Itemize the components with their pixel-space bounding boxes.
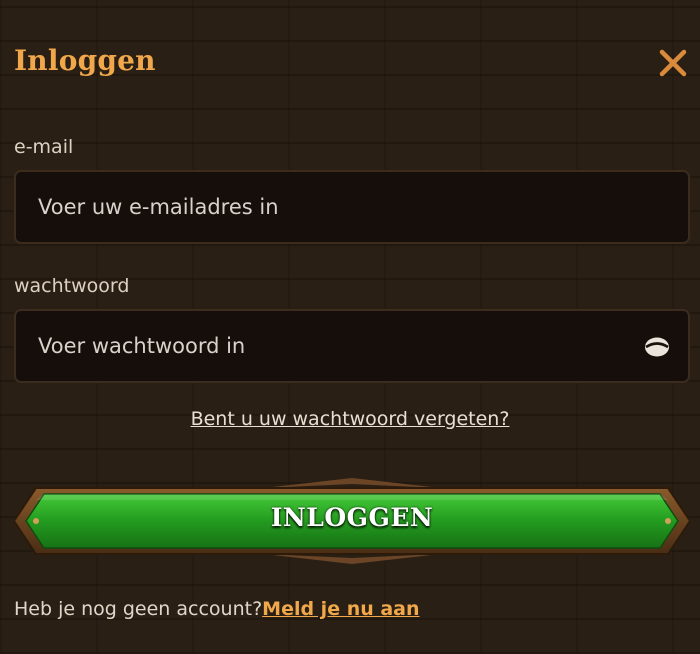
signup-prompt: Heb je nog geen account? [14, 598, 263, 620]
show-password-toggle[interactable] [644, 334, 670, 360]
email-field[interactable] [38, 172, 618, 242]
login-button[interactable]: INLOGGEN [14, 476, 690, 566]
eye-icon [645, 337, 669, 357]
dialog-title: Inloggen [14, 44, 156, 77]
password-field-container [14, 309, 690, 383]
email-label: e-mail [14, 136, 74, 158]
password-field[interactable] [38, 311, 618, 381]
password-label: wachtwoord [14, 275, 130, 297]
login-dialog: Inloggen e-mail wachtwoord Bent u uw wac… [0, 0, 700, 654]
close-button[interactable] [656, 46, 690, 80]
login-button-label: INLOGGEN [270, 503, 434, 532]
signup-link[interactable]: Meld je nu aan [262, 598, 419, 620]
forgot-password-link[interactable]: Bent u uw wachtwoord vergeten? [191, 408, 510, 430]
signup-row: Heb je nog geen account?Meld je nu aan [14, 598, 420, 620]
email-field-container [14, 170, 690, 244]
close-icon [659, 49, 687, 77]
forgot-password-row: Bent u uw wachtwoord vergeten? [0, 408, 700, 430]
